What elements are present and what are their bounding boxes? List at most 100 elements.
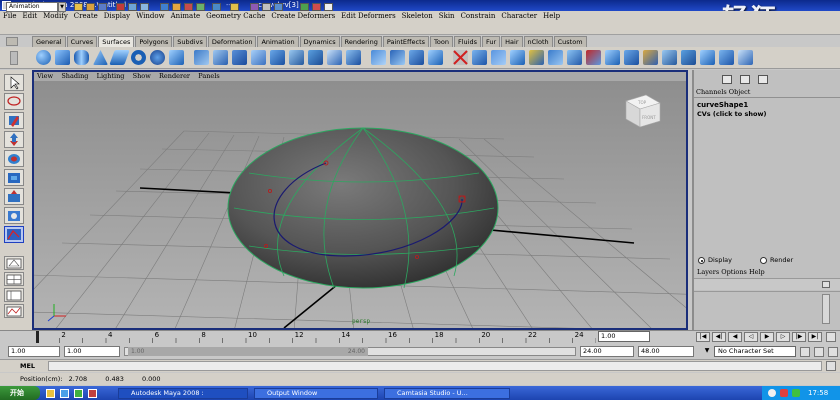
layer-list[interactable] [694, 291, 840, 329]
character-set-field[interactable]: No Character Set [714, 346, 796, 357]
tab-painteffects[interactable]: PaintEffects [382, 36, 430, 47]
menu-constrain[interactable]: Constrain [458, 11, 499, 21]
tab-polygons[interactable]: Polygons [135, 36, 173, 47]
animation-preferences-icon[interactable] [826, 332, 836, 342]
tray-icon[interactable] [792, 389, 800, 397]
channel-box-icon[interactable] [324, 3, 333, 11]
reverse-direction-icon[interactable] [605, 50, 620, 65]
options-menu[interactable]: Options [721, 268, 747, 276]
viewport-menu-show[interactable]: Show [130, 72, 154, 80]
tab-custom[interactable]: Custom [553, 36, 587, 47]
preferences-icon[interactable] [828, 347, 838, 357]
nurbs-cylinder-icon[interactable] [74, 50, 89, 65]
menu-help[interactable]: Help [540, 11, 563, 21]
project-curve-icon[interactable] [390, 50, 405, 65]
save-scene-icon[interactable] [98, 3, 107, 11]
menu-skeleton[interactable]: Skeleton [399, 11, 436, 21]
convert-nurbs-icon[interactable] [738, 50, 753, 65]
open-scene-icon[interactable] [86, 3, 95, 11]
detach-surfaces-icon[interactable] [472, 50, 487, 65]
snap-point-icon[interactable] [196, 3, 205, 11]
viewport-menu-lighting[interactable]: Lighting [94, 72, 128, 80]
boundary-icon[interactable] [289, 50, 304, 65]
tab-fluids[interactable]: Fluids [453, 36, 481, 47]
attribute-editor-toggle-icon[interactable] [740, 75, 750, 84]
playback-end-field[interactable]: 24.00 [580, 346, 634, 357]
round-tool-icon[interactable] [643, 50, 658, 65]
menu-character[interactable]: Character [498, 11, 540, 21]
menu-geometry-cache[interactable]: Geometry Cache [203, 11, 268, 21]
layers-menu[interactable]: Layers [697, 268, 719, 276]
taskbar-item-camtasia[interactable]: Camtasia Studio - U... [384, 388, 510, 399]
menu-display[interactable]: Display [101, 11, 133, 21]
menu-file[interactable]: File [0, 11, 19, 21]
select-tool-icon[interactable] [4, 74, 24, 91]
display-radio[interactable] [698, 257, 705, 264]
lasso-tool-icon[interactable] [4, 93, 24, 110]
menu-edit[interactable]: Edit [19, 11, 40, 21]
soft-modification-icon[interactable] [4, 207, 24, 224]
ipr-render-icon[interactable] [262, 3, 271, 11]
tool-settings-icon[interactable] [300, 3, 309, 11]
nurbs-square-icon[interactable] [169, 50, 184, 65]
help-menu[interactable]: Help [749, 268, 765, 276]
snap-plane-icon[interactable] [212, 3, 221, 11]
key-icon[interactable] [800, 347, 810, 357]
extrude-icon[interactable] [251, 50, 266, 65]
surface-editing-icon[interactable] [719, 50, 734, 65]
nurbs-cube-icon[interactable] [55, 50, 70, 65]
paint-select-tool-icon[interactable] [4, 112, 24, 129]
chevron-down-icon[interactable]: ▼ [702, 347, 712, 357]
extend-surfaces-icon[interactable] [567, 50, 582, 65]
surface-fillet-icon[interactable] [662, 50, 677, 65]
start-button[interactable]: 开始 [0, 386, 40, 400]
current-frame-field[interactable]: 1.00 [598, 331, 650, 342]
step-back-icon[interactable]: ◀ [728, 332, 742, 342]
render-icon[interactable] [250, 3, 259, 11]
nurbs-circle-icon[interactable] [150, 50, 165, 65]
trim-tool-icon[interactable] [409, 50, 424, 65]
taskbar-item-maya[interactable]: Autodesk Maya 2008 : [118, 388, 248, 399]
square-surface-icon[interactable] [308, 50, 323, 65]
new-layer-icon[interactable] [822, 281, 830, 288]
nurbs-sphere-icon[interactable] [36, 50, 51, 65]
step-forward-icon[interactable]: ▷ [776, 332, 790, 342]
perspective-viewport[interactable]: TOP FRONT persp [34, 81, 686, 328]
channel-box-toggle-icon[interactable] [722, 75, 732, 84]
menu-modify[interactable]: Modify [40, 11, 71, 21]
animation-start-field[interactable]: 1.00 [8, 346, 60, 357]
untrim-icon[interactable] [428, 50, 443, 65]
current-time-marker[interactable] [36, 331, 39, 343]
history-icon[interactable] [230, 3, 239, 11]
nurbs-plane-icon[interactable] [109, 50, 130, 65]
select-component-icon[interactable] [140, 3, 149, 11]
nurbs-cone-icon[interactable] [93, 50, 108, 65]
channels-menu[interactable]: Channels [696, 88, 727, 96]
rebuild-surfaces-icon[interactable] [624, 50, 639, 65]
shape-node-name[interactable]: curveShape1 [697, 101, 748, 109]
graph-editor-layout-icon[interactable] [4, 304, 24, 318]
step-forward-key-icon[interactable]: |▶ [792, 332, 806, 342]
menu-window[interactable]: Window [133, 11, 168, 21]
viewport-menu-shading[interactable]: Shading [58, 72, 91, 80]
stitch-icon[interactable] [681, 50, 696, 65]
go-to-start-icon[interactable]: |◀ [696, 332, 710, 342]
view-cube[interactable]: TOP FRONT [625, 94, 661, 128]
time-slider-ticks[interactable]: 2 4 6 8 10 12 14 16 18 20 22 24 [36, 330, 596, 344]
autokey-icon[interactable] [814, 347, 824, 357]
tray-icon[interactable] [768, 389, 776, 397]
quick-launch-icon[interactable] [88, 389, 97, 398]
script-editor-icon[interactable] [826, 361, 836, 371]
tab-subdivs[interactable]: Subdivs [173, 36, 207, 47]
tab-surfaces[interactable]: Surfaces [98, 36, 135, 47]
open-close-surfaces-icon[interactable] [510, 50, 525, 65]
tool-settings-toggle-icon[interactable] [758, 75, 768, 84]
scale-tool-icon[interactable] [4, 169, 24, 186]
bevel-icon[interactable] [327, 50, 342, 65]
play-forwards-icon[interactable]: ▶ [760, 332, 774, 342]
cvs-attribute[interactable]: CVs (click to show) [697, 110, 766, 118]
single-pane-layout-icon[interactable] [4, 256, 24, 270]
go-to-end-icon[interactable]: ▶| [808, 332, 822, 342]
align-surfaces-icon[interactable] [491, 50, 506, 65]
step-back-key-icon[interactable]: ◀| [712, 332, 726, 342]
